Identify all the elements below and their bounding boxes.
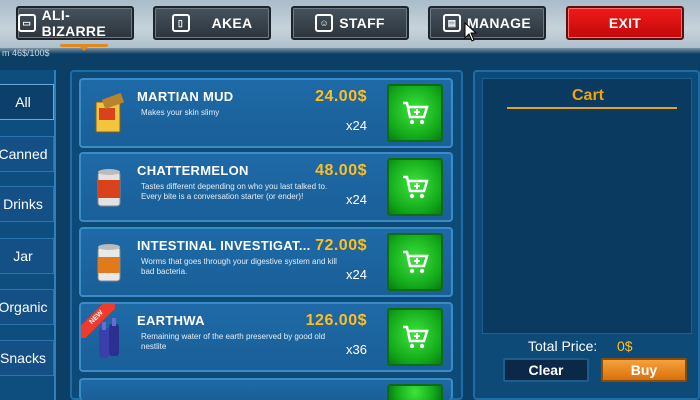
- ali-bizarre-label: ALI-BIZARRE: [41, 7, 106, 39]
- category-canned[interactable]: Canned: [0, 136, 54, 172]
- can-icon: [97, 169, 121, 207]
- category-label: All: [15, 94, 31, 110]
- category-snacks[interactable]: Snacks: [0, 340, 54, 376]
- category-drinks[interactable]: Drinks: [0, 186, 54, 222]
- product-quantity: x24: [346, 267, 367, 282]
- add-to-cart-button[interactable]: [387, 384, 443, 400]
- product-card-chattermelon: CHATTERMELON Tastes different depending …: [79, 152, 453, 222]
- product-price: 24.00$: [315, 88, 367, 105]
- balance-text: m 46$/100$: [2, 48, 50, 58]
- bottle-icon: [99, 318, 119, 358]
- manage-icon: ▤: [442, 14, 461, 32]
- total-price-value: 0$: [617, 338, 633, 354]
- akea-button[interactable]: ▯ AKEA: [153, 6, 271, 40]
- add-to-cart-button[interactable]: [387, 158, 443, 216]
- category-label: Jar: [13, 248, 33, 264]
- add-to-cart-button[interactable]: [387, 84, 443, 142]
- mud-box-icon: [95, 92, 125, 133]
- buy-button[interactable]: Buy: [601, 358, 687, 382]
- product-card-martian-mud: MARTIAN MUD Makes your skin slimy 24.00$…: [79, 78, 453, 148]
- cabinet-icon: ▯: [171, 14, 190, 32]
- laptop-icon: ▭: [18, 14, 36, 32]
- category-label: Canned: [0, 146, 48, 162]
- add-to-cart-button[interactable]: [387, 233, 443, 291]
- cart-panel: Cart: [482, 78, 692, 334]
- product-quantity: x24: [346, 192, 367, 207]
- category-label: Organic: [0, 299, 48, 315]
- product-description: Tastes different depending on who you la…: [141, 182, 328, 201]
- product-description: Makes your skin slimy: [141, 108, 220, 117]
- cart-plus-icon: [403, 250, 429, 274]
- product-quantity: x24: [346, 118, 367, 133]
- product-description: Worms that goes through your digestive s…: [141, 257, 337, 276]
- cart-plus-icon: [403, 175, 429, 199]
- cart-title: Cart: [571, 87, 604, 104]
- product-card-intestinal-investigator: INTESTINAL INVESTIGAT... Worms that goes…: [79, 227, 453, 297]
- ali-bizarre-button[interactable]: ▭ ALI-BIZARRE: [16, 6, 134, 40]
- mouse-cursor-icon: [464, 22, 478, 42]
- product-name: CHATTERMELON: [137, 163, 249, 178]
- category-all[interactable]: All: [0, 84, 54, 120]
- category-label: Snacks: [0, 350, 46, 366]
- product-name: MARTIAN MUD: [137, 89, 234, 104]
- staff-label: STAFF: [339, 15, 385, 31]
- total-price-label: Total Price:: [528, 338, 598, 354]
- manage-button[interactable]: ▤ MANAGE: [428, 6, 546, 40]
- akea-label: AKEA: [211, 15, 253, 31]
- product-price: 126.00$: [305, 312, 367, 329]
- product-card-partial: [79, 378, 453, 400]
- buy-label: Buy: [630, 362, 658, 378]
- cart-title-underline: [507, 107, 677, 109]
- staff-button[interactable]: ☺ STAFF: [291, 6, 409, 40]
- exit-label: EXIT: [608, 15, 642, 31]
- cart-plus-icon: [403, 101, 429, 125]
- product-quantity: x36: [346, 342, 367, 357]
- product-price: 48.00$: [315, 162, 367, 179]
- product-name: EARTHWA: [137, 313, 205, 328]
- product-description: Remaining water of the earth preserved b…: [141, 332, 326, 351]
- clear-cart-button[interactable]: Clear: [503, 358, 589, 382]
- staff-icon: ☺: [315, 14, 334, 32]
- cart-plus-icon: [403, 325, 429, 349]
- can-icon: [97, 244, 121, 282]
- product-name: INTESTINAL INVESTIGAT...: [137, 238, 311, 253]
- clear-label: Clear: [528, 362, 564, 378]
- add-to-cart-button[interactable]: [387, 308, 443, 366]
- category-label: Drinks: [3, 196, 43, 212]
- product-price: 72.00$: [315, 237, 367, 254]
- product-card-earthwa: NEW EARTHWA Remaining water of the earth…: [79, 302, 453, 372]
- category-jar[interactable]: Jar: [0, 238, 54, 274]
- category-organic[interactable]: Organic: [0, 289, 54, 325]
- active-tab-indicator: [60, 44, 108, 51]
- exit-button[interactable]: EXIT: [566, 6, 684, 40]
